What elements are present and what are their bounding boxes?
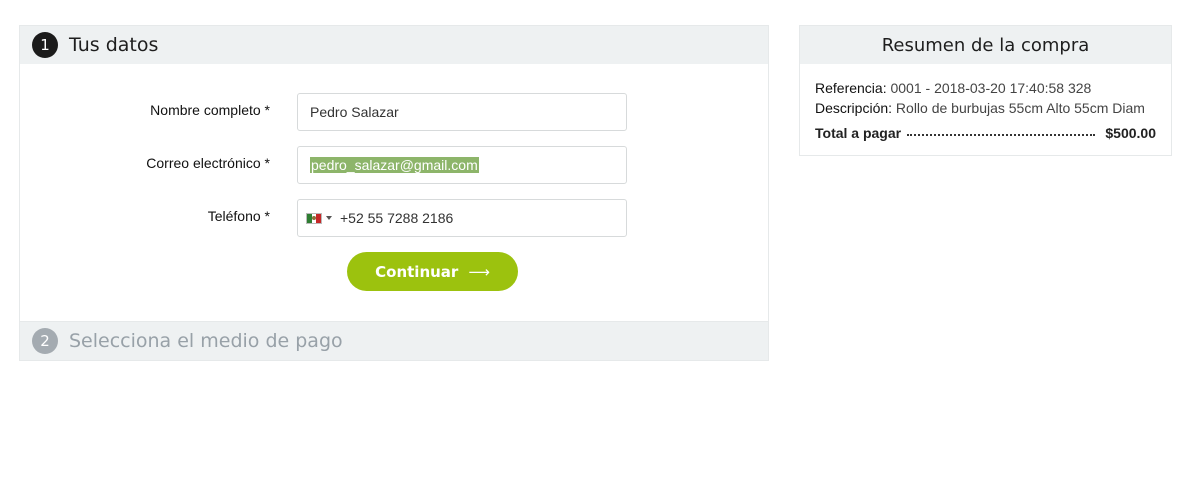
reference-value: 0001 - 2018-03-20 17:40:58 328 — [890, 80, 1092, 96]
mexico-flag-icon[interactable] — [306, 212, 322, 224]
step1-panel: 1 Tus datos Nombre completo * Pedro Sala… — [19, 25, 769, 322]
name-row: Nombre completo * Pedro Salazar — [20, 93, 770, 131]
step1-title: Tus datos — [69, 34, 159, 56]
phone-row: Teléfono * +52 55 7288 2186 — [20, 199, 770, 237]
summary-title: Resumen de la compra — [800, 26, 1171, 64]
arrow-right-icon: ⟶ — [468, 262, 490, 281]
step2-number-badge: 2 — [32, 328, 58, 354]
summary-description: Descripción: Rollo de burbujas 55cm Alto… — [815, 98, 1156, 118]
name-input-value: Pedro Salazar — [310, 104, 399, 120]
summary-reference: Referencia: 0001 - 2018-03-20 17:40:58 3… — [815, 78, 1156, 98]
step2-header[interactable]: 2 Selecciona el medio de pago — [19, 321, 769, 361]
phone-input-value: +52 55 7288 2186 — [340, 210, 454, 226]
phone-input[interactable]: +52 55 7288 2186 — [297, 199, 627, 237]
continue-button[interactable]: Continuar ⟶ — [347, 252, 518, 291]
summary-total: Total a pagar $500.00 — [815, 118, 1156, 141]
dotted-leader — [907, 134, 1096, 136]
description-value: Rollo de burbujas 55cm Alto 55cm Diam — [895, 100, 1145, 116]
total-label: Total a pagar — [815, 125, 902, 141]
total-value: $500.00 — [1105, 125, 1156, 141]
phone-label: Teléfono * — [207, 208, 270, 224]
chevron-down-icon[interactable] — [326, 216, 332, 220]
email-input[interactable]: pedro_salazar@gmail.com — [297, 146, 627, 184]
step2-title: Selecciona el medio de pago — [69, 330, 343, 352]
email-row: Correo electrónico * pedro_salazar@gmail… — [20, 146, 770, 184]
email-label: Correo electrónico * — [146, 155, 270, 171]
summary-body: Referencia: 0001 - 2018-03-20 17:40:58 3… — [800, 64, 1171, 141]
continue-button-label: Continuar — [375, 262, 459, 281]
purchase-summary-panel: Resumen de la compra Referencia: 0001 - … — [799, 25, 1172, 156]
step1-number-badge: 1 — [32, 32, 58, 58]
name-label: Nombre completo * — [150, 102, 270, 118]
email-input-value: pedro_salazar@gmail.com — [310, 157, 479, 173]
step1-header: 1 Tus datos — [20, 26, 768, 64]
description-label: Descripción: — [815, 100, 893, 116]
reference-label: Referencia: — [815, 80, 887, 96]
name-input[interactable]: Pedro Salazar — [297, 93, 627, 131]
